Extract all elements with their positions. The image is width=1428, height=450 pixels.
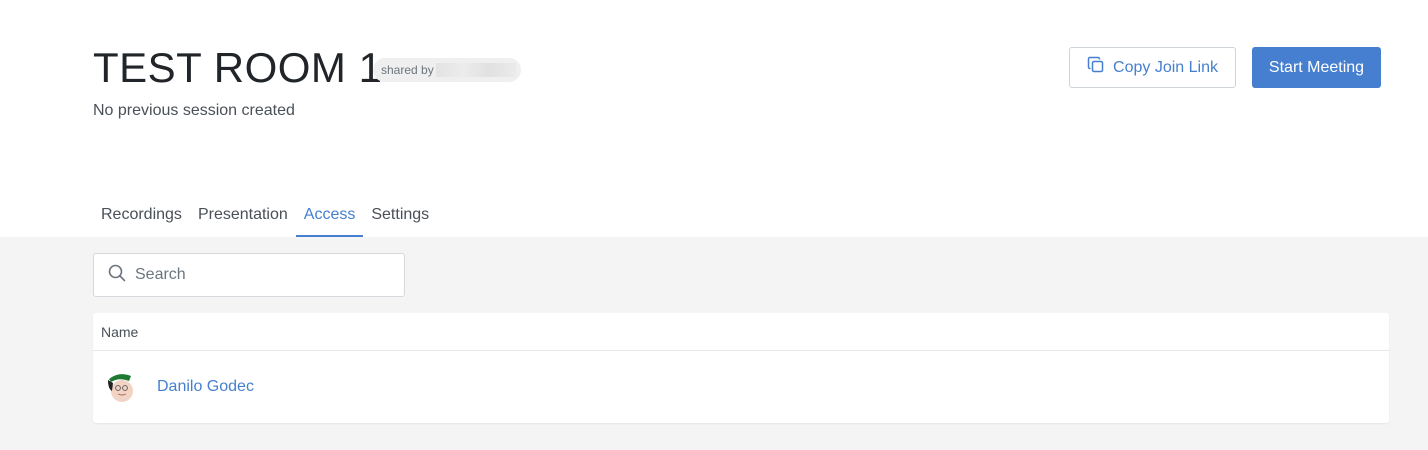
tab-recordings[interactable]: Recordings	[93, 198, 190, 237]
tab-access[interactable]: Access	[295, 198, 364, 237]
search-box[interactable]	[93, 253, 405, 297]
page-title: TEST ROOM 1	[93, 44, 383, 91]
shared-by-label: shared by	[381, 63, 434, 77]
user-name-link[interactable]: Danilo Godec	[157, 378, 254, 396]
redacted-owner-name	[435, 63, 516, 77]
access-panel: Name Danilo Godec	[0, 237, 1428, 450]
copy-join-link-label: Copy Join Link	[1113, 58, 1218, 76]
copy-join-link-button[interactable]: Copy Join Link	[1069, 47, 1236, 88]
room-header: TEST ROOM 1 shared by No previous sessio…	[0, 0, 1428, 237]
start-meeting-button[interactable]: Start Meeting	[1252, 47, 1381, 88]
room-tabs: Recordings Presentation Access Settings	[93, 198, 437, 237]
copy-icon	[1087, 56, 1105, 79]
table-row[interactable]: Danilo Godec	[93, 351, 1389, 423]
search-input[interactable]	[135, 266, 395, 284]
access-table: Name Danilo Godec	[93, 313, 1389, 423]
search-icon	[108, 264, 126, 287]
tab-presentation[interactable]: Presentation	[190, 198, 296, 237]
table-header-name: Name	[93, 313, 1389, 351]
tab-settings[interactable]: Settings	[363, 198, 437, 237]
avatar	[103, 369, 139, 405]
session-status-text: No previous session created	[93, 102, 295, 119]
shared-by-badge: shared by	[373, 58, 521, 82]
